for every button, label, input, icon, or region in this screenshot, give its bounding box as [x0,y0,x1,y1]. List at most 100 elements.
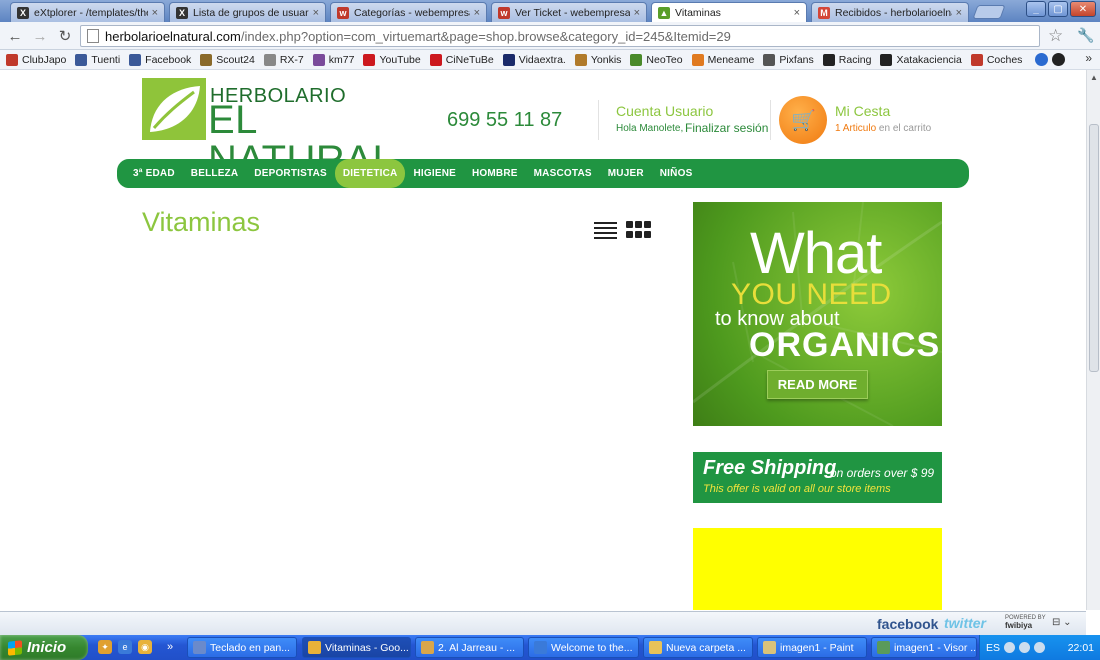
bookmark-p-icon[interactable] [1035,53,1049,66]
tab-title: Recibidos - herbolarioelnatur [835,6,952,19]
toolbar-collapse-icon[interactable]: ⊟ ⌄ [1052,617,1072,628]
shipping-headline: Free Shipping [703,457,837,479]
scroll-up-icon[interactable]: ▲ [1088,71,1100,84]
taskbar-button[interactable]: imagen1 - Paint [757,637,867,658]
bookmark-label: NeoTeo [646,53,683,66]
tab-close-icon[interactable]: × [313,7,319,19]
tab-close-icon[interactable]: × [152,7,158,19]
bookmark-item[interactable]: Vidaextra. [502,53,566,66]
bookmark-item[interactable]: YouTube [363,53,421,66]
tab-close-icon[interactable]: × [634,7,640,19]
bookmark-item[interactable]: Facebook [129,53,191,66]
bookmark-favicon-icon [129,53,142,66]
bookmark-item[interactable]: Meneame [691,53,754,66]
logout-link[interactable]: Finalizar sesión [685,121,768,135]
bookmarks-bar: ClubJapo Tuenti Facebook Scout24 RX-7 km77 You… [0,50,1100,70]
bookmark-favicon-icon [363,53,376,66]
banner-you-need: YOU NEED [731,278,892,311]
nav-item[interactable]: MUJER [600,159,652,188]
browser-tab[interactable]: M Recibidos - herbolarioelnatur × [811,2,969,22]
bookmark-favicon-icon [763,53,776,66]
taskbar-button[interactable]: Welcome to the... [528,637,639,658]
bookmark-label: km77 [328,53,355,66]
bookmark-label: Yonkis [590,53,622,66]
browser-tab[interactable]: w Ver Ticket - webempresa.co × [491,2,647,22]
bookmarks-overflow-icon[interactable]: » [1085,51,1092,65]
taskbar-button[interactable]: Teclado en pan... [187,637,297,658]
taskbar-button[interactable]: imagen1 - Visor ... [871,637,977,658]
bookmark-item[interactable]: Tuenti [75,53,121,66]
bookmark-item[interactable]: Racing [822,53,871,66]
bookmark-item[interactable]: NeoTeo [630,53,683,66]
tab-favicon-icon: X [17,6,29,19]
quicklaunch-chrome-icon[interactable]: ◉ [138,640,152,654]
browser-tab[interactable]: w Categorías - webempresa.jo × [330,2,487,22]
browser-tab[interactable]: XeXtplorer - /templates/theme × [10,2,165,22]
new-tab-button[interactable] [972,5,1006,19]
maximize-button[interactable]: ▢ [1048,1,1068,17]
start-button[interactable]: Inicio [0,635,88,660]
taskbar-button[interactable]: Vitaminas - Goo... [302,637,411,658]
yellow-banner[interactable] [693,528,942,610]
bookmark-label: Tuenti [91,53,121,66]
tray-icon[interactable] [1019,642,1031,653]
taskbar-button[interactable]: 2. Al Jarreau - ... [415,637,524,658]
cart-icon[interactable]: 🛒 [779,96,827,144]
tab-close-icon[interactable]: × [794,7,800,19]
nav-item[interactable]: DIETETICA [334,159,406,188]
bookmark-item[interactable]: Yonkis [574,53,622,66]
taskbar-button-label: imagen1 - Paint [780,641,854,654]
tab-close-icon[interactable]: × [474,7,480,19]
site-logo[interactable]: HERBOLARIO EL NATURAL [142,78,422,180]
header-divider [770,100,771,140]
bookmark-item[interactable]: RX-7 [263,53,304,66]
browser-toolbar: ← → ↻ herbolarioelnatural.com/index.php?… [0,22,1100,50]
scroll-thumb[interactable] [1089,124,1099,372]
bookmark-star-icon[interactable]: ☆ [1048,26,1063,46]
facebook-link[interactable]: facebook [877,616,938,632]
close-window-button[interactable]: ✕ [1070,1,1096,17]
browser-tab[interactable]: ▲ Vitaminas × [651,2,807,23]
quicklaunch-more-icon[interactable]: » [164,640,176,654]
grid-view-icon[interactable] [626,221,651,239]
tab-close-icon[interactable]: × [956,7,962,19]
back-icon[interactable]: ← [6,27,24,45]
organics-banner[interactable]: What YOU NEED to know about ORGANICS REA… [693,202,942,426]
account-title[interactable]: Cuenta Usuario [616,103,713,119]
tray-icon[interactable] [1004,642,1016,653]
nav-item[interactable]: HOMBRE [464,159,526,188]
language-indicator[interactable]: ES [986,642,1000,654]
nav-item[interactable]: HIGIENE [405,159,464,188]
cart-title[interactable]: Mi Cesta [835,103,890,119]
free-shipping-banner[interactable]: Free Shipping on orders over $ 99 This o… [693,452,942,503]
bookmark-football-icon[interactable] [1052,53,1066,66]
bookmark-item[interactable]: km77 [312,53,355,66]
taskbar-button[interactable]: Nueva carpeta ... [643,637,753,658]
nav-item[interactable]: 3ª EDAD [125,159,183,188]
page-scrollbar[interactable]: ▲ [1086,70,1100,610]
quicklaunch-ie-icon[interactable]: e [118,640,132,654]
cart-count[interactable]: 1 Articulo [835,123,876,134]
nav-item[interactable]: MASCOTAS [526,159,600,188]
tray-icon[interactable] [1034,642,1046,653]
nav-item[interactable]: NIÑOS [652,159,701,188]
bookmark-item[interactable]: Pixfans [763,53,814,66]
bookmark-item[interactable]: Scout24 [200,53,255,66]
reload-icon[interactable]: ↻ [56,27,74,45]
quicklaunch-winamp-icon[interactable]: ✦ [98,640,112,654]
wrench-icon[interactable]: 🔧 [1077,27,1094,44]
twitter-link[interactable]: twitter [944,615,986,631]
bookmark-item[interactable]: Xatakaciencia [880,53,962,66]
bookmark-item[interactable]: ClubJapo [6,53,66,66]
address-bar[interactable]: herbolarioelnatural.com/index.php?option… [80,25,1040,47]
nav-item[interactable]: BELLEZA [183,159,247,188]
minimize-button[interactable]: _ [1026,1,1046,17]
taskbar-app-icon [421,641,434,654]
bookmark-item[interactable]: Coches [970,53,1022,66]
forward-icon[interactable]: → [31,27,49,45]
bookmark-item[interactable]: CiNeTuBe [429,53,494,66]
list-view-icon[interactable] [594,222,617,239]
read-more-button[interactable]: READ MORE [767,370,868,399]
nav-item[interactable]: DEPORTISTAS [246,159,335,188]
browser-tab[interactable]: X Lista de grupos de usuario × [169,2,326,22]
